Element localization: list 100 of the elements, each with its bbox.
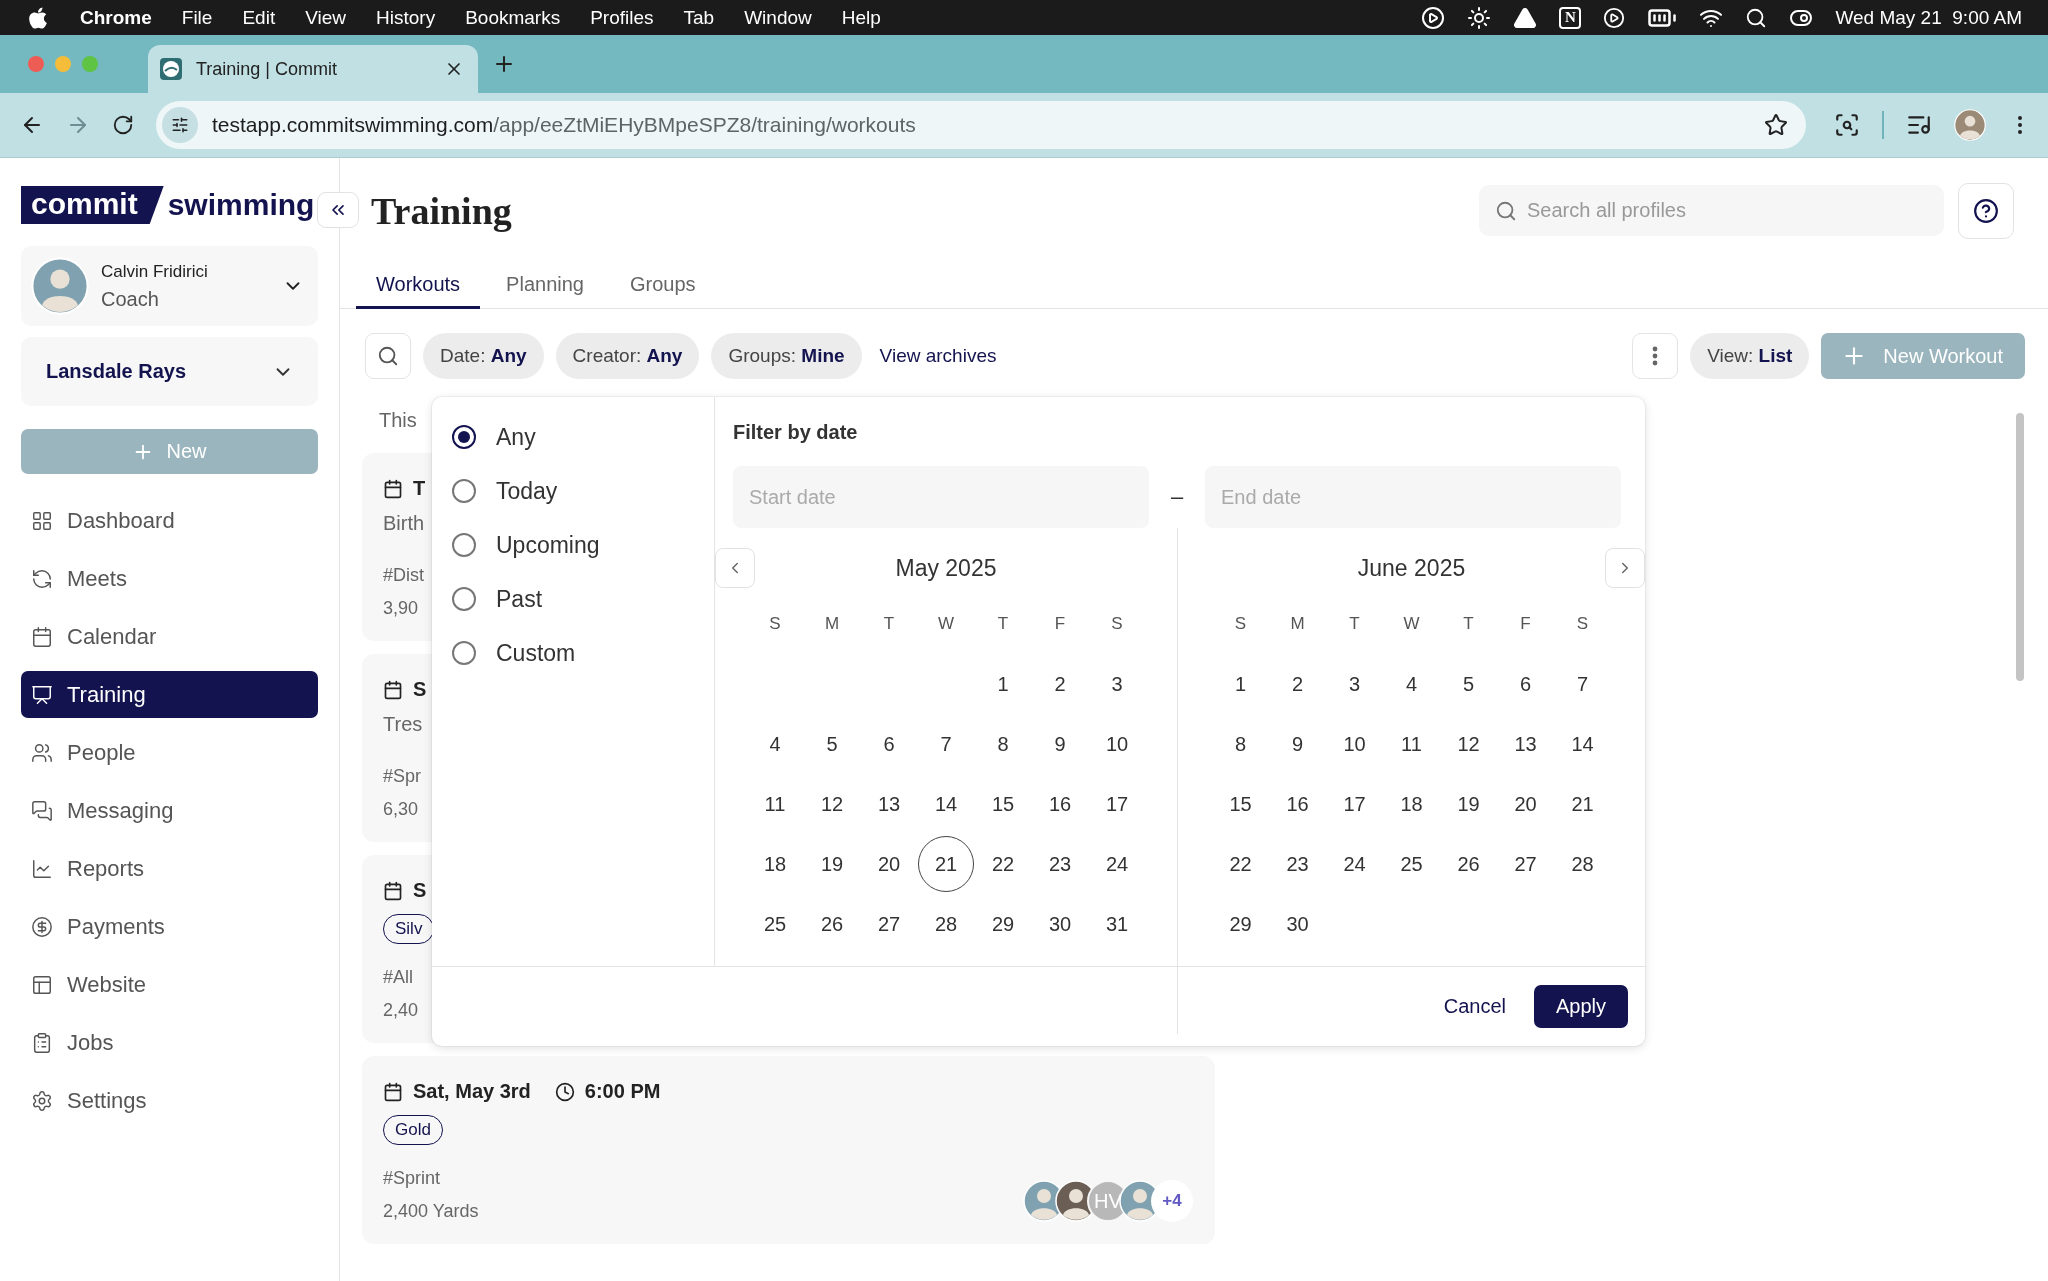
tab-search-icon[interactable] [1834,112,1860,138]
calendar-day[interactable]: 29 [975,896,1031,952]
calendar-day[interactable]: 2 [1032,656,1088,712]
calendar-day[interactable]: 20 [861,836,917,892]
calendar-day[interactable]: 24 [1089,836,1145,892]
reload-icon[interactable] [112,114,134,136]
calendar-day[interactable]: 15 [975,776,1031,832]
apply-button[interactable]: Apply [1533,985,1628,1028]
calendar-day[interactable]: 20 [1497,776,1554,832]
calendar-day[interactable]: 26 [1440,836,1497,892]
calendar-day[interactable]: 26 [804,896,860,952]
calendar-day[interactable]: 14 [1554,716,1611,772]
help-button[interactable] [1958,182,2014,239]
workout-card[interactable]: Sat, May 3rd 6:00 PM Gold #Sprint 2,400 Yards HV +4 [362,1056,1215,1244]
calendar-day[interactable]: 1 [1212,656,1269,712]
radio-button[interactable] [452,479,476,503]
play-icon[interactable] [1603,6,1626,29]
end-date-field[interactable]: End date [1205,466,1621,528]
radio-button[interactable] [452,533,476,557]
bookmark-icon[interactable] [1764,113,1788,137]
menu-item[interactable]: Tab [683,6,715,29]
calendar-day[interactable]: 23 [1269,836,1326,892]
search-button[interactable] [365,333,411,379]
calendar-day[interactable]: 16 [1032,776,1088,832]
filter-chip[interactable]: Date: Any [423,333,544,379]
nav-item[interactable]: Dashboard [21,497,318,544]
calendar-day[interactable]: 4 [747,716,803,772]
nav-item[interactable]: Website [21,961,318,1008]
search-icon[interactable] [1745,6,1768,29]
calendar-day[interactable]: 17 [1089,776,1145,832]
scrollbar[interactable] [2016,413,2024,681]
calendar-day[interactable]: 27 [861,896,917,952]
calendar-day[interactable]: 6 [861,716,917,772]
start-date-field[interactable]: Start date [733,466,1149,528]
radio-button[interactable] [452,587,476,611]
menu-item[interactable]: Bookmarks [465,6,561,29]
triangle-icon[interactable] [1513,5,1538,30]
calendar-day[interactable]: 21 [1554,776,1611,832]
calendar-day[interactable]: 18 [1383,776,1440,832]
filter-chip[interactable]: Groups: Mine [711,333,862,379]
calendar-day[interactable]: 24 [1326,836,1383,892]
browser-tab[interactable]: Training | Commit [148,45,478,93]
menu-item[interactable]: Chrome [80,6,152,29]
calendar-day[interactable]: 5 [1440,656,1497,712]
calendar-day[interactable]: 9 [1032,716,1088,772]
calendar-day[interactable]: 11 [1383,716,1440,772]
calendar-day[interactable]: 13 [1497,716,1554,772]
calendar-day[interactable]: 10 [1089,716,1145,772]
nav-item[interactable]: Jobs [21,1019,318,1066]
nav-item[interactable]: Payments [21,903,318,950]
calendar-day[interactable]: 22 [975,836,1031,892]
calendar-day[interactable]: 11 [747,776,803,832]
calendar-day[interactable]: 12 [804,776,860,832]
calendar-day[interactable]: 4 [1383,656,1440,712]
calendar-day[interactable]: 30 [1032,896,1088,952]
calendar-day[interactable]: 28 [918,896,974,952]
view-toggle[interactable]: View: List [1690,333,1810,379]
calendar-day[interactable]: 27 [1497,836,1554,892]
menu-item[interactable]: Edit [242,6,276,29]
calendar-day[interactable]: 3 [1326,656,1383,712]
calendar-day[interactable]: 18 [747,836,803,892]
filter-chip[interactable]: Creator: Any [555,333,700,379]
calendar-day[interactable]: 12 [1440,716,1497,772]
calendar-day[interactable]: 9 [1269,716,1326,772]
calendar-day[interactable]: 5 [804,716,860,772]
menu-item[interactable]: View [305,6,346,29]
address-bar[interactable]: testapp.commitswimming.com/app/eeZtMiEHyBMpeSPZ8/training/workouts [156,101,1806,149]
menu-item[interactable]: Window [744,6,812,29]
menu-item[interactable]: History [376,6,436,29]
calendar-day[interactable]: 13 [861,776,917,832]
tab[interactable]: Workouts [356,263,481,309]
calendar-day[interactable]: 7 [1554,656,1611,712]
app-status-icon[interactable]: N [1559,6,1582,29]
calendar-day[interactable]: 14 [918,776,974,832]
calendar-day[interactable]: 7 [918,716,974,772]
radio-button[interactable] [452,641,476,665]
apple-icon[interactable] [26,5,50,30]
calendar-day[interactable]: 15 [1212,776,1269,832]
calendar-day[interactable]: 23 [1032,836,1088,892]
menu-item[interactable]: File [181,6,213,29]
calendar-day[interactable]: 25 [1383,836,1440,892]
calendar-day[interactable]: 8 [1212,716,1269,772]
calendar-day[interactable]: 28 [1554,836,1611,892]
calendar-day[interactable]: 30 [1269,896,1326,952]
radio-button[interactable] [452,425,476,449]
nav-item[interactable]: Reports [21,845,318,892]
calendar-day[interactable]: 10 [1326,716,1383,772]
calendar-day[interactable]: 1 [975,656,1031,712]
calendar-day[interactable]: 19 [804,836,860,892]
calendar-day[interactable]: 6 [1497,656,1554,712]
search-field[interactable]: Search all profiles [1479,185,1944,236]
calendar-day[interactable]: 2 [1269,656,1326,712]
calendar-day[interactable]: 16 [1269,776,1326,832]
nav-item[interactable]: Training [21,671,318,718]
calendar-day[interactable]: 25 [747,896,803,952]
menu-item[interactable]: Profiles [590,6,654,29]
calendar-day[interactable]: 29 [1212,896,1269,952]
more-button[interactable] [1632,333,1679,379]
tab[interactable]: Groups [609,263,716,309]
calendar-day[interactable]: 3 [1089,656,1145,712]
